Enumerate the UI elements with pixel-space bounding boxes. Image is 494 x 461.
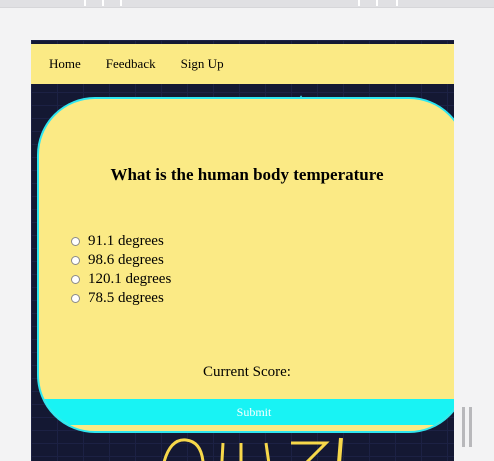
scrollbar-thumb[interactable] — [462, 407, 472, 447]
strip-divider — [102, 0, 104, 6]
strip-divider — [376, 0, 378, 6]
strip-divider — [120, 0, 122, 6]
scrollbar-grip — [462, 407, 465, 447]
answer-option[interactable]: 98.6 degrees — [71, 251, 171, 270]
answer-label: 91.1 degrees — [88, 233, 164, 249]
top-navbar: Home Feedback Sign Up — [31, 44, 454, 84]
nav-signup-link[interactable]: Sign Up — [181, 56, 224, 72]
answer-label: 98.6 degrees — [88, 252, 164, 268]
scrollbar-grip — [469, 407, 472, 447]
strip-divider — [396, 0, 398, 6]
nav-feedback-link[interactable]: Feedback — [106, 56, 156, 72]
strip-divider — [358, 0, 360, 6]
radio-button[interactable] — [71, 237, 80, 246]
browser-top-strip — [0, 0, 494, 8]
radio-button[interactable] — [71, 294, 80, 303]
radio-button[interactable] — [71, 275, 80, 284]
answer-options: 91.1 degrees 98.6 degrees 120.1 degrees … — [71, 232, 171, 308]
radio-button[interactable] — [71, 256, 80, 265]
answer-option[interactable]: 120.1 degrees — [71, 270, 171, 289]
page-viewport: Home Feedback Sign Up What is the human … — [31, 40, 454, 461]
strip-divider — [84, 0, 86, 6]
answer-option[interactable]: 91.1 degrees — [71, 232, 171, 251]
current-score: Current Score: — [203, 364, 291, 380]
submit-button[interactable]: Submit — [39, 399, 454, 425]
question-text: What is the human body temperature — [110, 165, 384, 184]
nav-home-link[interactable]: Home — [49, 56, 81, 72]
answer-label: 120.1 degrees — [88, 271, 172, 287]
quiz-card: What is the human body temperature 91.1 … — [37, 97, 454, 433]
answer-option[interactable]: 78.5 degrees — [71, 289, 171, 308]
answer-label: 78.5 degrees — [88, 290, 164, 306]
